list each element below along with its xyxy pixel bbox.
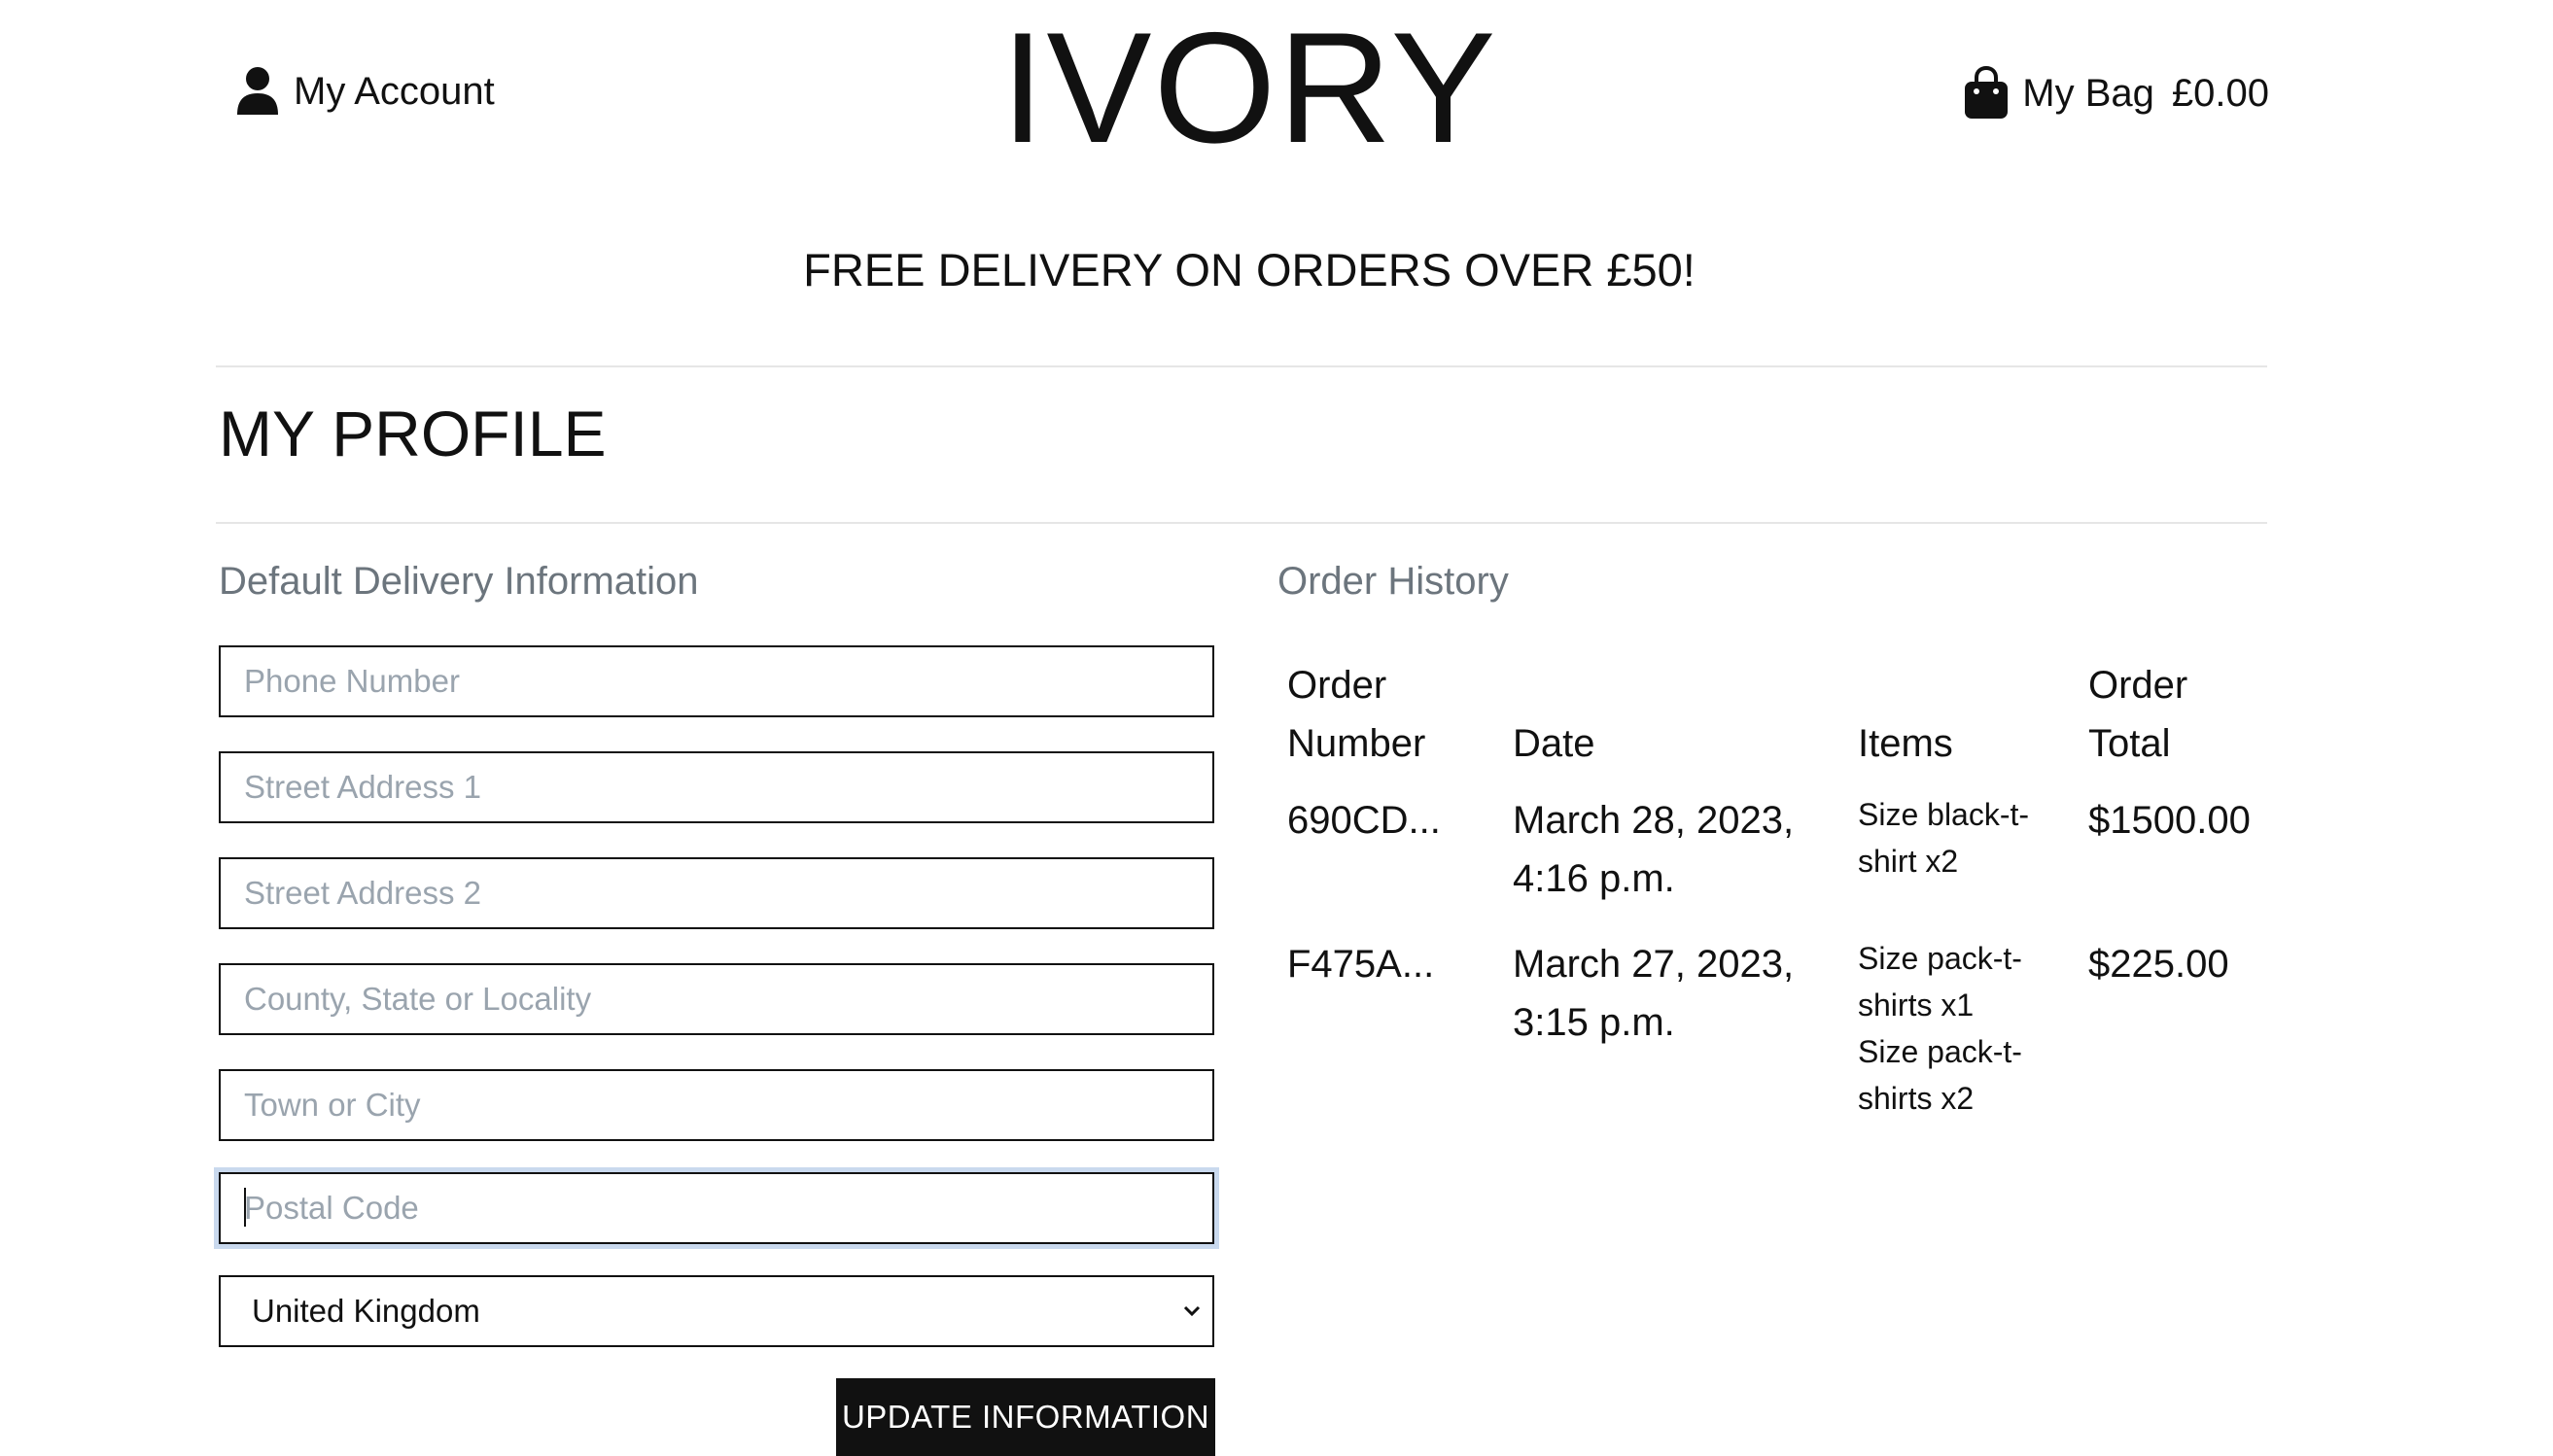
order-date: March 28, 2023, 4:16 p.m. bbox=[1513, 791, 1794, 908]
county-input[interactable] bbox=[219, 963, 1214, 1035]
text-caret bbox=[244, 1188, 246, 1227]
order-total: $1500.00 bbox=[2088, 799, 2251, 842]
order-number-link[interactable]: F475A... bbox=[1287, 935, 1434, 993]
order-total: $225.00 bbox=[2088, 943, 2229, 986]
order-item-line: Size pack-t- bbox=[1858, 941, 2022, 976]
divider bbox=[216, 365, 2267, 367]
column-header-text: Number bbox=[1287, 722, 1426, 765]
bag-total: £0.00 bbox=[2171, 71, 2269, 115]
order-items: Size pack-t- shirts x1 Size pack-t- shir… bbox=[1858, 935, 2022, 1122]
country-select-value: United Kingdom bbox=[252, 1293, 480, 1329]
town-city-input[interactable] bbox=[219, 1069, 1214, 1141]
order-date-line: 4:16 p.m. bbox=[1513, 857, 1675, 900]
order-date: March 27, 2023, 3:15 p.m. bbox=[1513, 935, 1794, 1052]
postal-code-input[interactable] bbox=[219, 1172, 1214, 1244]
column-header-text: Total bbox=[2088, 722, 2171, 765]
my-bag-link[interactable]: My Bag £0.00 bbox=[1964, 66, 2269, 121]
divider bbox=[216, 522, 2267, 524]
column-header-order-total: Order Total bbox=[2088, 656, 2187, 773]
country-select[interactable]: United Kingdom bbox=[219, 1275, 1214, 1347]
street-address-1-input[interactable] bbox=[219, 751, 1214, 823]
order-date-line: 3:15 p.m. bbox=[1513, 1001, 1675, 1044]
order-items: Size black-t- shirt x2 bbox=[1858, 791, 2029, 884]
column-header-date: Date bbox=[1513, 722, 1595, 765]
order-item-line: Size black-t- bbox=[1858, 797, 2030, 832]
chevron-down-icon bbox=[1183, 1305, 1201, 1317]
column-header-order-number: Order Number bbox=[1287, 656, 1425, 773]
order-date-line: March 27, 2023, bbox=[1513, 943, 1795, 986]
delivery-section-title: Default Delivery Information bbox=[219, 560, 699, 603]
phone-number-input[interactable] bbox=[219, 645, 1214, 717]
order-item-line: shirts x1 bbox=[1858, 988, 1975, 1023]
my-bag-label: My Bag bbox=[2022, 71, 2154, 115]
order-item-line: shirts x2 bbox=[1858, 1081, 1975, 1116]
column-header-text: Order bbox=[2088, 664, 2188, 707]
order-number-link[interactable]: 690CD... bbox=[1287, 791, 1441, 849]
order-item-line: Size pack-t- bbox=[1858, 1034, 2022, 1069]
street-address-2-input[interactable] bbox=[219, 857, 1214, 929]
update-information-button[interactable]: UPDATE INFORMATION bbox=[836, 1378, 1215, 1456]
order-date-line: March 28, 2023, bbox=[1513, 799, 1795, 842]
page-title: MY PROFILE bbox=[219, 398, 607, 469]
order-item-line: shirt x2 bbox=[1858, 844, 1959, 879]
column-header-items: Items bbox=[1858, 722, 1953, 765]
promo-banner: FREE DELIVERY ON ORDERS OVER £50! bbox=[803, 244, 1696, 295]
shopping-bag-icon bbox=[1965, 66, 2009, 119]
column-header-text: Order bbox=[1287, 664, 1387, 707]
order-history-title: Order History bbox=[1277, 560, 1509, 603]
